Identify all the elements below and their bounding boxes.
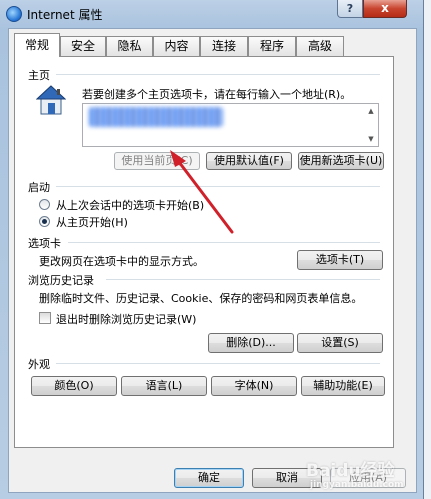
homepage-url-textarea[interactable]: ▲ ▼ (82, 103, 379, 147)
close-button[interactable]: x (363, 0, 407, 18)
history-description: 删除临时文件、历史记录、Cookie、保存的密码和网页表单信息。 (39, 292, 363, 305)
startup-separator (56, 186, 380, 187)
homepage-separator (56, 74, 380, 75)
tab-security[interactable]: 安全 (60, 36, 106, 56)
use-new-tab-button[interactable]: 使用新选项卡(U) (298, 152, 384, 170)
window-title: Internet 属性 (27, 8, 103, 22)
tab-privacy[interactable]: 隐私 (106, 36, 153, 56)
tab-programs[interactable]: 程序 (248, 36, 296, 56)
blurred-url-text (89, 107, 223, 127)
radio-homepage[interactable] (39, 216, 50, 227)
radio-last-session-label: 从上次会话中的选项卡开始(B) (56, 199, 205, 212)
watermark-line2: jingyan.baidu.com (310, 480, 404, 490)
tabs-settings-button[interactable]: 选项卡(T) (297, 250, 383, 270)
delete-history-button[interactable]: 删除(D)... (208, 333, 294, 353)
homepage-instruction: 若要创建多个主页选项卡，请在每行输入一个地址(R)。 (82, 88, 352, 101)
accessibility-button[interactable]: 辅助功能(E) (301, 376, 385, 396)
use-current-button[interactable]: 使用当前页(C) (114, 152, 200, 170)
appearance-section-label: 外观 (28, 358, 50, 371)
colors-button[interactable]: 颜色(O) (31, 376, 117, 396)
ok-button[interactable]: 确定 (174, 468, 244, 488)
delete-on-exit-label: 退出时删除浏览历史记录(W) (56, 313, 197, 326)
watermark-line1: Baidu经验 (306, 461, 395, 481)
history-separator (106, 279, 380, 280)
tab-advanced[interactable]: 高级 (296, 36, 344, 56)
scroll-down-icon[interactable]: ▼ (364, 132, 378, 146)
radio-homepage-label: 从主页开始(H) (56, 216, 128, 229)
history-section-label: 浏览历史记录 (28, 274, 94, 287)
tab-general[interactable]: 常规 (14, 33, 60, 57)
tab-content[interactable]: 内容 (153, 36, 200, 56)
help-button[interactable]: ? (337, 0, 363, 18)
radio-last-session[interactable] (39, 199, 50, 210)
appearance-separator (56, 363, 380, 364)
history-settings-button[interactable]: 设置(S) (297, 333, 383, 353)
internet-explorer-icon (6, 6, 22, 22)
delete-on-exit-checkbox[interactable] (39, 312, 51, 324)
startup-section-label: 启动 (28, 181, 50, 194)
use-default-button[interactable]: 使用默认值(F) (206, 152, 292, 170)
tabs-separator (68, 242, 380, 243)
languages-button[interactable]: 语言(L) (121, 376, 207, 396)
home-icon (36, 85, 66, 115)
baidu-watermark: Baidu经验 jingyan.baidu.com (300, 450, 431, 499)
scroll-up-icon[interactable]: ▲ (364, 104, 378, 118)
background-strip (423, 0, 431, 499)
tabs-description: 更改网页在选项卡中的显示方式。 (39, 255, 204, 268)
homepage-section-label: 主页 (28, 69, 50, 82)
tab-connections[interactable]: 连接 (200, 36, 248, 56)
tabs-section-label: 选项卡 (28, 237, 61, 250)
fonts-button[interactable]: 字体(N) (211, 376, 297, 396)
title-bar[interactable]: Internet 属性 ? x (0, 0, 423, 28)
